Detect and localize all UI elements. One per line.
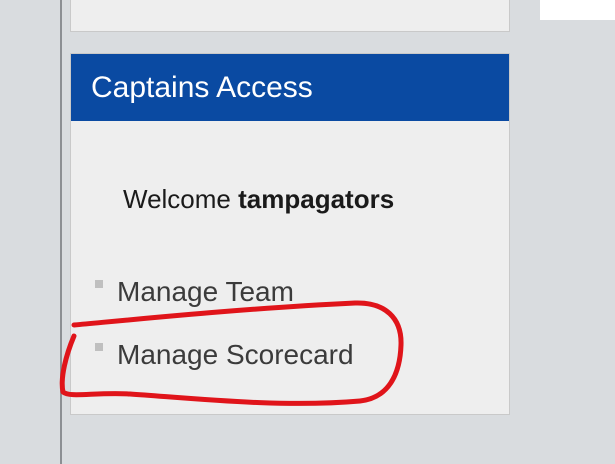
panel-title: Captains Access (91, 71, 313, 104)
top-right-white-area (540, 0, 615, 20)
manage-team-link[interactable]: Manage Team (95, 277, 294, 307)
welcome-message: Welcome tampagators (123, 184, 394, 215)
left-divider-line (60, 0, 62, 464)
captains-access-panel: Captains Access Welcome tampagators Mana… (70, 53, 510, 415)
manage-scorecard-link[interactable]: Manage Scorecard (95, 340, 354, 370)
bullet-icon (95, 343, 103, 351)
welcome-prefix: Welcome (123, 184, 239, 214)
manage-scorecard-label: Manage Scorecard (117, 339, 354, 370)
manage-team-label: Manage Team (117, 276, 294, 307)
welcome-username: tampagators (238, 184, 395, 214)
panel-header: Captains Access (71, 54, 509, 121)
bullet-icon (95, 280, 103, 288)
previous-panel-bottom (70, 0, 510, 32)
